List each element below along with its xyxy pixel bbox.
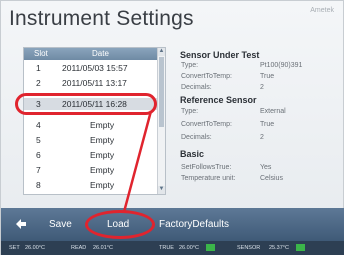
scroll-thumb[interactable]	[159, 57, 164, 127]
slot-row-6[interactable]: 6 Empty	[24, 149, 158, 161]
sensor-under-test-heading: Sensor Under Test	[180, 50, 260, 60]
slot-row-8[interactable]: 8 Empty	[24, 179, 158, 191]
slot-list[interactable]: Slot Date 1 2011/05/03 15:57 2 2011/05/1…	[23, 47, 166, 195]
slot-date: Empty	[90, 150, 115, 160]
slot-number: 1	[36, 63, 41, 73]
slot-date: Empty	[90, 165, 115, 175]
ref-decimals-label: Decimals:	[181, 134, 212, 141]
slot-row-2[interactable]: 2 2011/05/11 13:17	[24, 77, 158, 89]
selffollow-value: Yes	[260, 164, 272, 171]
slot-column-header: Slot	[34, 49, 48, 58]
temperature-unit-value: Celsius	[260, 175, 283, 182]
back-arrow-icon[interactable]	[13, 216, 29, 232]
slot-list-header: Slot Date	[24, 48, 158, 60]
slot-date: 2011/05/11 13:17	[62, 78, 127, 88]
brand-logo: Ametek	[310, 7, 334, 14]
true-value: 26.00°C	[179, 245, 199, 251]
sut-decimals-label: Decimals:	[181, 84, 212, 91]
read-value: 26.01°C	[93, 245, 113, 251]
bottom-toolbar: Save Load FactoryDefaults	[1, 208, 344, 241]
sensor-label: SENSOR	[237, 245, 261, 251]
slot-row-7[interactable]: 7 Empty	[24, 164, 158, 176]
factory-defaults-button[interactable]: FactoryDefaults	[159, 208, 229, 241]
read-label: READ	[71, 245, 87, 251]
save-button[interactable]: Save	[49, 208, 72, 241]
scroll-down-icon[interactable]: ▼	[158, 186, 165, 194]
slot-number: 5	[36, 135, 41, 145]
ref-type-label: Type:	[181, 108, 199, 115]
slot-number: 2	[36, 78, 41, 88]
set-label: SET	[9, 245, 20, 251]
slot-number: 8	[36, 180, 41, 190]
status-bar: SET 26.00°C READ 26.01°C TRUE 26.00°C SE…	[1, 241, 344, 255]
sut-convert-label: ConvertToTemp:	[181, 73, 232, 80]
slot-date: Empty	[90, 180, 115, 190]
settings-info-panel: Sensor Under Test Type: Pt100(90)391 Con…	[178, 45, 338, 205]
ref-decimals-value: 2	[260, 134, 264, 141]
ref-type-value: External	[260, 108, 286, 115]
slot-list-scrollbar[interactable]: ▲ ▼	[157, 48, 165, 194]
sut-type-label: Type:	[181, 62, 199, 69]
slot-date: 2011/05/03 15:57	[62, 63, 128, 73]
slot-number: 7	[36, 165, 41, 175]
sensor-value: 25.37°C	[269, 245, 289, 251]
true-label: TRUE	[159, 245, 174, 251]
slot-row-1[interactable]: 1 2011/05/03 15:57	[24, 62, 158, 74]
ref-convert-value: True	[260, 121, 275, 128]
true-ok-icon	[206, 244, 215, 251]
temperature-unit-label: Temperature unit:	[181, 175, 236, 182]
date-column-header: Date	[92, 49, 109, 58]
slot-date: Empty	[90, 135, 115, 145]
reference-sensor-heading: Reference Sensor	[180, 95, 257, 105]
selffollow-label: SetFollowsTrue:	[181, 164, 232, 171]
sut-type-value: Pt100(90)391	[260, 62, 303, 69]
scroll-up-icon[interactable]: ▲	[158, 48, 165, 56]
sensor-ok-icon	[296, 244, 305, 251]
slot-date: Empty	[90, 120, 115, 130]
page-title: Instrument Settings	[9, 7, 194, 30]
set-value: 26.00°C	[25, 245, 45, 251]
slot-number: 4	[36, 120, 41, 130]
basic-heading: Basic	[180, 149, 205, 159]
ref-convert-label: ConvertToTemp:	[181, 121, 232, 128]
selected-slot-highlight	[15, 93, 157, 115]
sut-convert-value: True	[260, 73, 275, 80]
slot-row-5[interactable]: 5 Empty	[24, 134, 158, 146]
slot-number: 6	[36, 150, 41, 160]
sut-decimals-value: 2	[260, 84, 264, 91]
load-button-highlight	[85, 210, 155, 239]
instrument-screen: Instrument Settings Ametek Slot Date 1 2…	[0, 0, 344, 255]
slot-row-4[interactable]: 4 Empty	[24, 119, 158, 131]
